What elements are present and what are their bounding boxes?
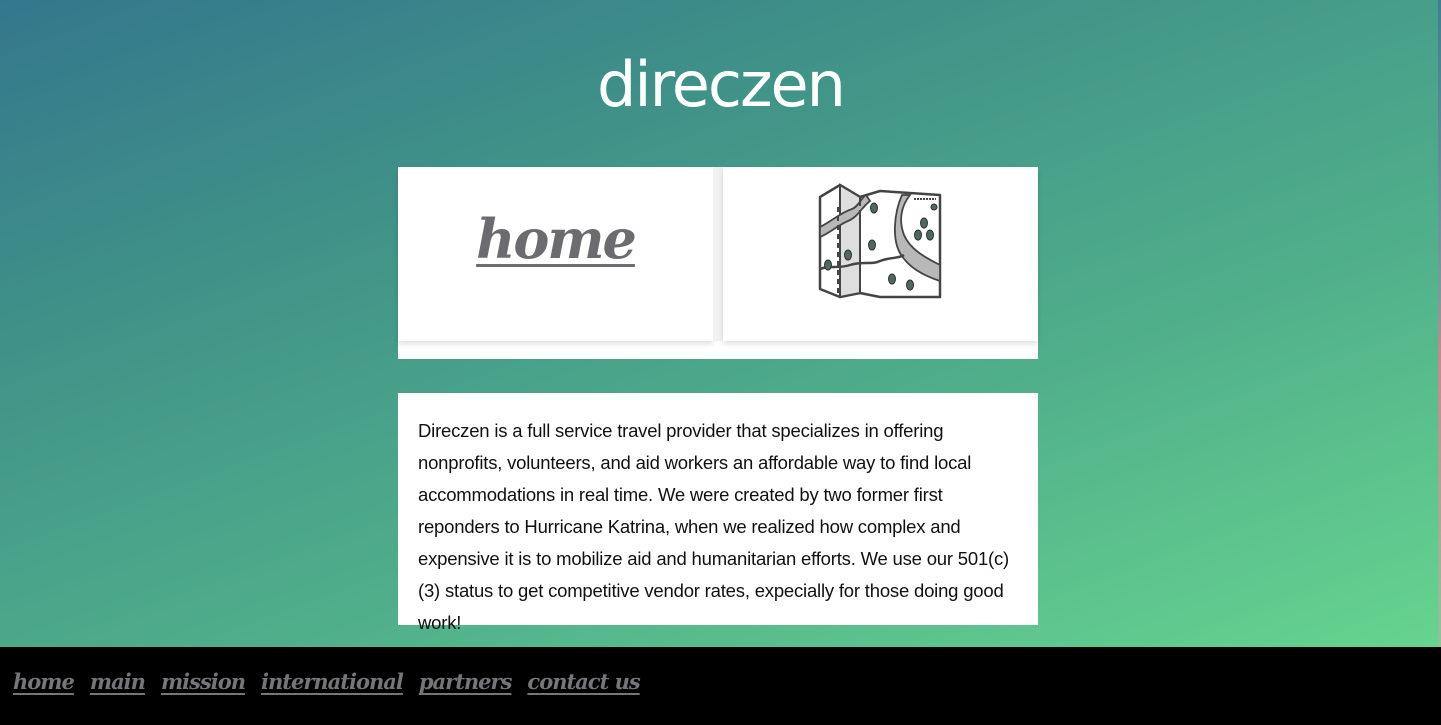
feature-cards: home (398, 167, 1038, 359)
about-text: Direczen is a full service travel provid… (418, 420, 1010, 633)
card-divider (713, 167, 723, 341)
footer-link-international[interactable]: international (261, 669, 404, 694)
map-card (723, 167, 1038, 341)
home-card: home (398, 167, 713, 341)
footer-nav: home main mission international partners… (13, 669, 641, 694)
footer-link-mission[interactable]: mission (161, 669, 246, 694)
site-title: direczen (597, 48, 846, 121)
footer-link-main[interactable]: main (90, 669, 146, 694)
folded-map-icon (818, 183, 942, 299)
footer-bar: home main mission international partners… (0, 647, 1441, 725)
page-background: direczen home Direczen is a full service… (0, 0, 1441, 647)
home-card-link[interactable]: home (398, 207, 713, 271)
footer-link-partners[interactable]: partners (419, 669, 513, 694)
about-section: Direczen is a full service travel provid… (398, 393, 1038, 633)
footer-link-contact-us[interactable]: contact us (527, 669, 640, 694)
footer-link-home[interactable]: home (13, 669, 75, 694)
